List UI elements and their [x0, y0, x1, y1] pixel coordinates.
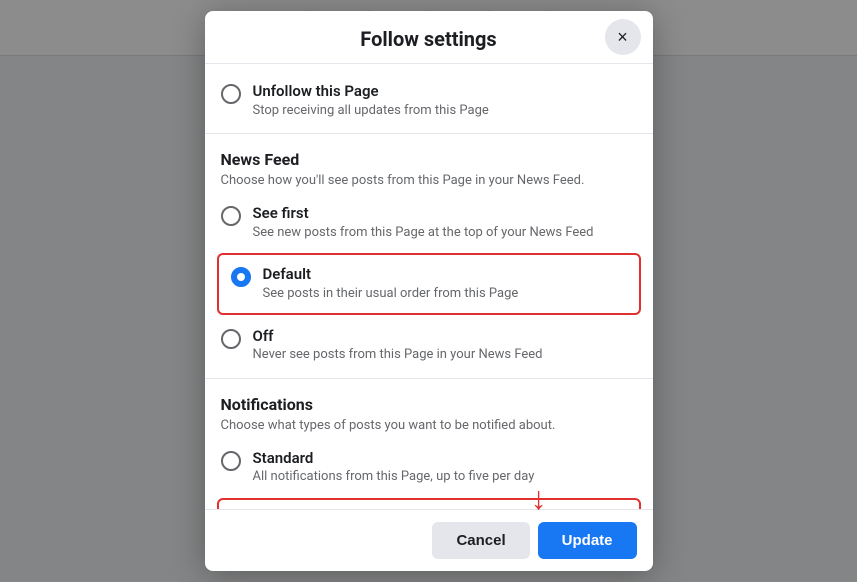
off-feed-option[interactable]: Off Never see posts from this Page in yo…: [205, 317, 653, 374]
default-option[interactable]: Default See posts in their usual order f…: [217, 253, 641, 314]
modal-backdrop: Follow settings × Unfollow this Page Sto…: [0, 0, 857, 582]
standard-option[interactable]: Standard All notifications from this Pag…: [205, 439, 653, 496]
update-button[interactable]: Update: [538, 522, 637, 559]
highlights-option[interactable]: Highlights Notifications about suggested…: [217, 498, 641, 509]
unfollow-label: Unfollow this Page: [253, 82, 637, 102]
default-radio[interactable]: [231, 267, 251, 287]
modal-footer: ↓ Cancel Update: [205, 509, 653, 571]
standard-radio[interactable]: [221, 451, 241, 471]
news-feed-title: News Feed: [221, 150, 637, 171]
follow-settings-modal: Follow settings × Unfollow this Page Sto…: [205, 11, 653, 571]
default-text: Default See posts in their usual order f…: [263, 265, 627, 302]
standard-desc: All notifications from this Page, up to …: [253, 469, 637, 486]
standard-label: Standard: [253, 449, 637, 469]
default-desc: See posts in their usual order from this…: [263, 286, 627, 303]
see-first-radio[interactable]: [221, 206, 241, 226]
off-feed-text: Off Never see posts from this Page in yo…: [253, 327, 637, 364]
news-feed-section-header: News Feed Choose how you'll see posts fr…: [205, 138, 653, 194]
unfollow-text: Unfollow this Page Stop receiving all up…: [253, 82, 637, 119]
see-first-option[interactable]: See first See new posts from this Page a…: [205, 194, 653, 251]
unfollow-desc: Stop receiving all updates from this Pag…: [253, 103, 637, 120]
notifications-title: Notifications: [221, 395, 637, 416]
unfollow-option[interactable]: Unfollow this Page Stop receiving all up…: [205, 72, 653, 129]
see-first-label: See first: [253, 204, 637, 224]
modal-header: Follow settings ×: [205, 11, 653, 64]
cancel-button[interactable]: Cancel: [432, 522, 529, 559]
red-arrow-indicator: ↓: [531, 482, 547, 514]
modal-body: Unfollow this Page Stop receiving all up…: [205, 64, 653, 509]
standard-text: Standard All notifications from this Pag…: [253, 449, 637, 486]
off-feed-desc: Never see posts from this Page in your N…: [253, 347, 637, 364]
unfollow-radio[interactable]: [221, 84, 241, 104]
default-label: Default: [263, 265, 627, 285]
notifications-section-header: Notifications Choose what types of posts…: [205, 383, 653, 439]
see-first-desc: See new posts from this Page at the top …: [253, 225, 637, 242]
notifications-subtitle: Choose what types of posts you want to b…: [221, 418, 637, 435]
off-feed-label: Off: [253, 327, 637, 347]
divider-1: [205, 133, 653, 134]
modal-title: Follow settings: [360, 27, 496, 51]
news-feed-subtitle: Choose how you'll see posts from this Pa…: [221, 173, 637, 190]
see-first-text: See first See new posts from this Page a…: [253, 204, 637, 241]
modal-close-button[interactable]: ×: [605, 19, 641, 55]
divider-2: [205, 378, 653, 379]
off-feed-radio[interactable]: [221, 329, 241, 349]
